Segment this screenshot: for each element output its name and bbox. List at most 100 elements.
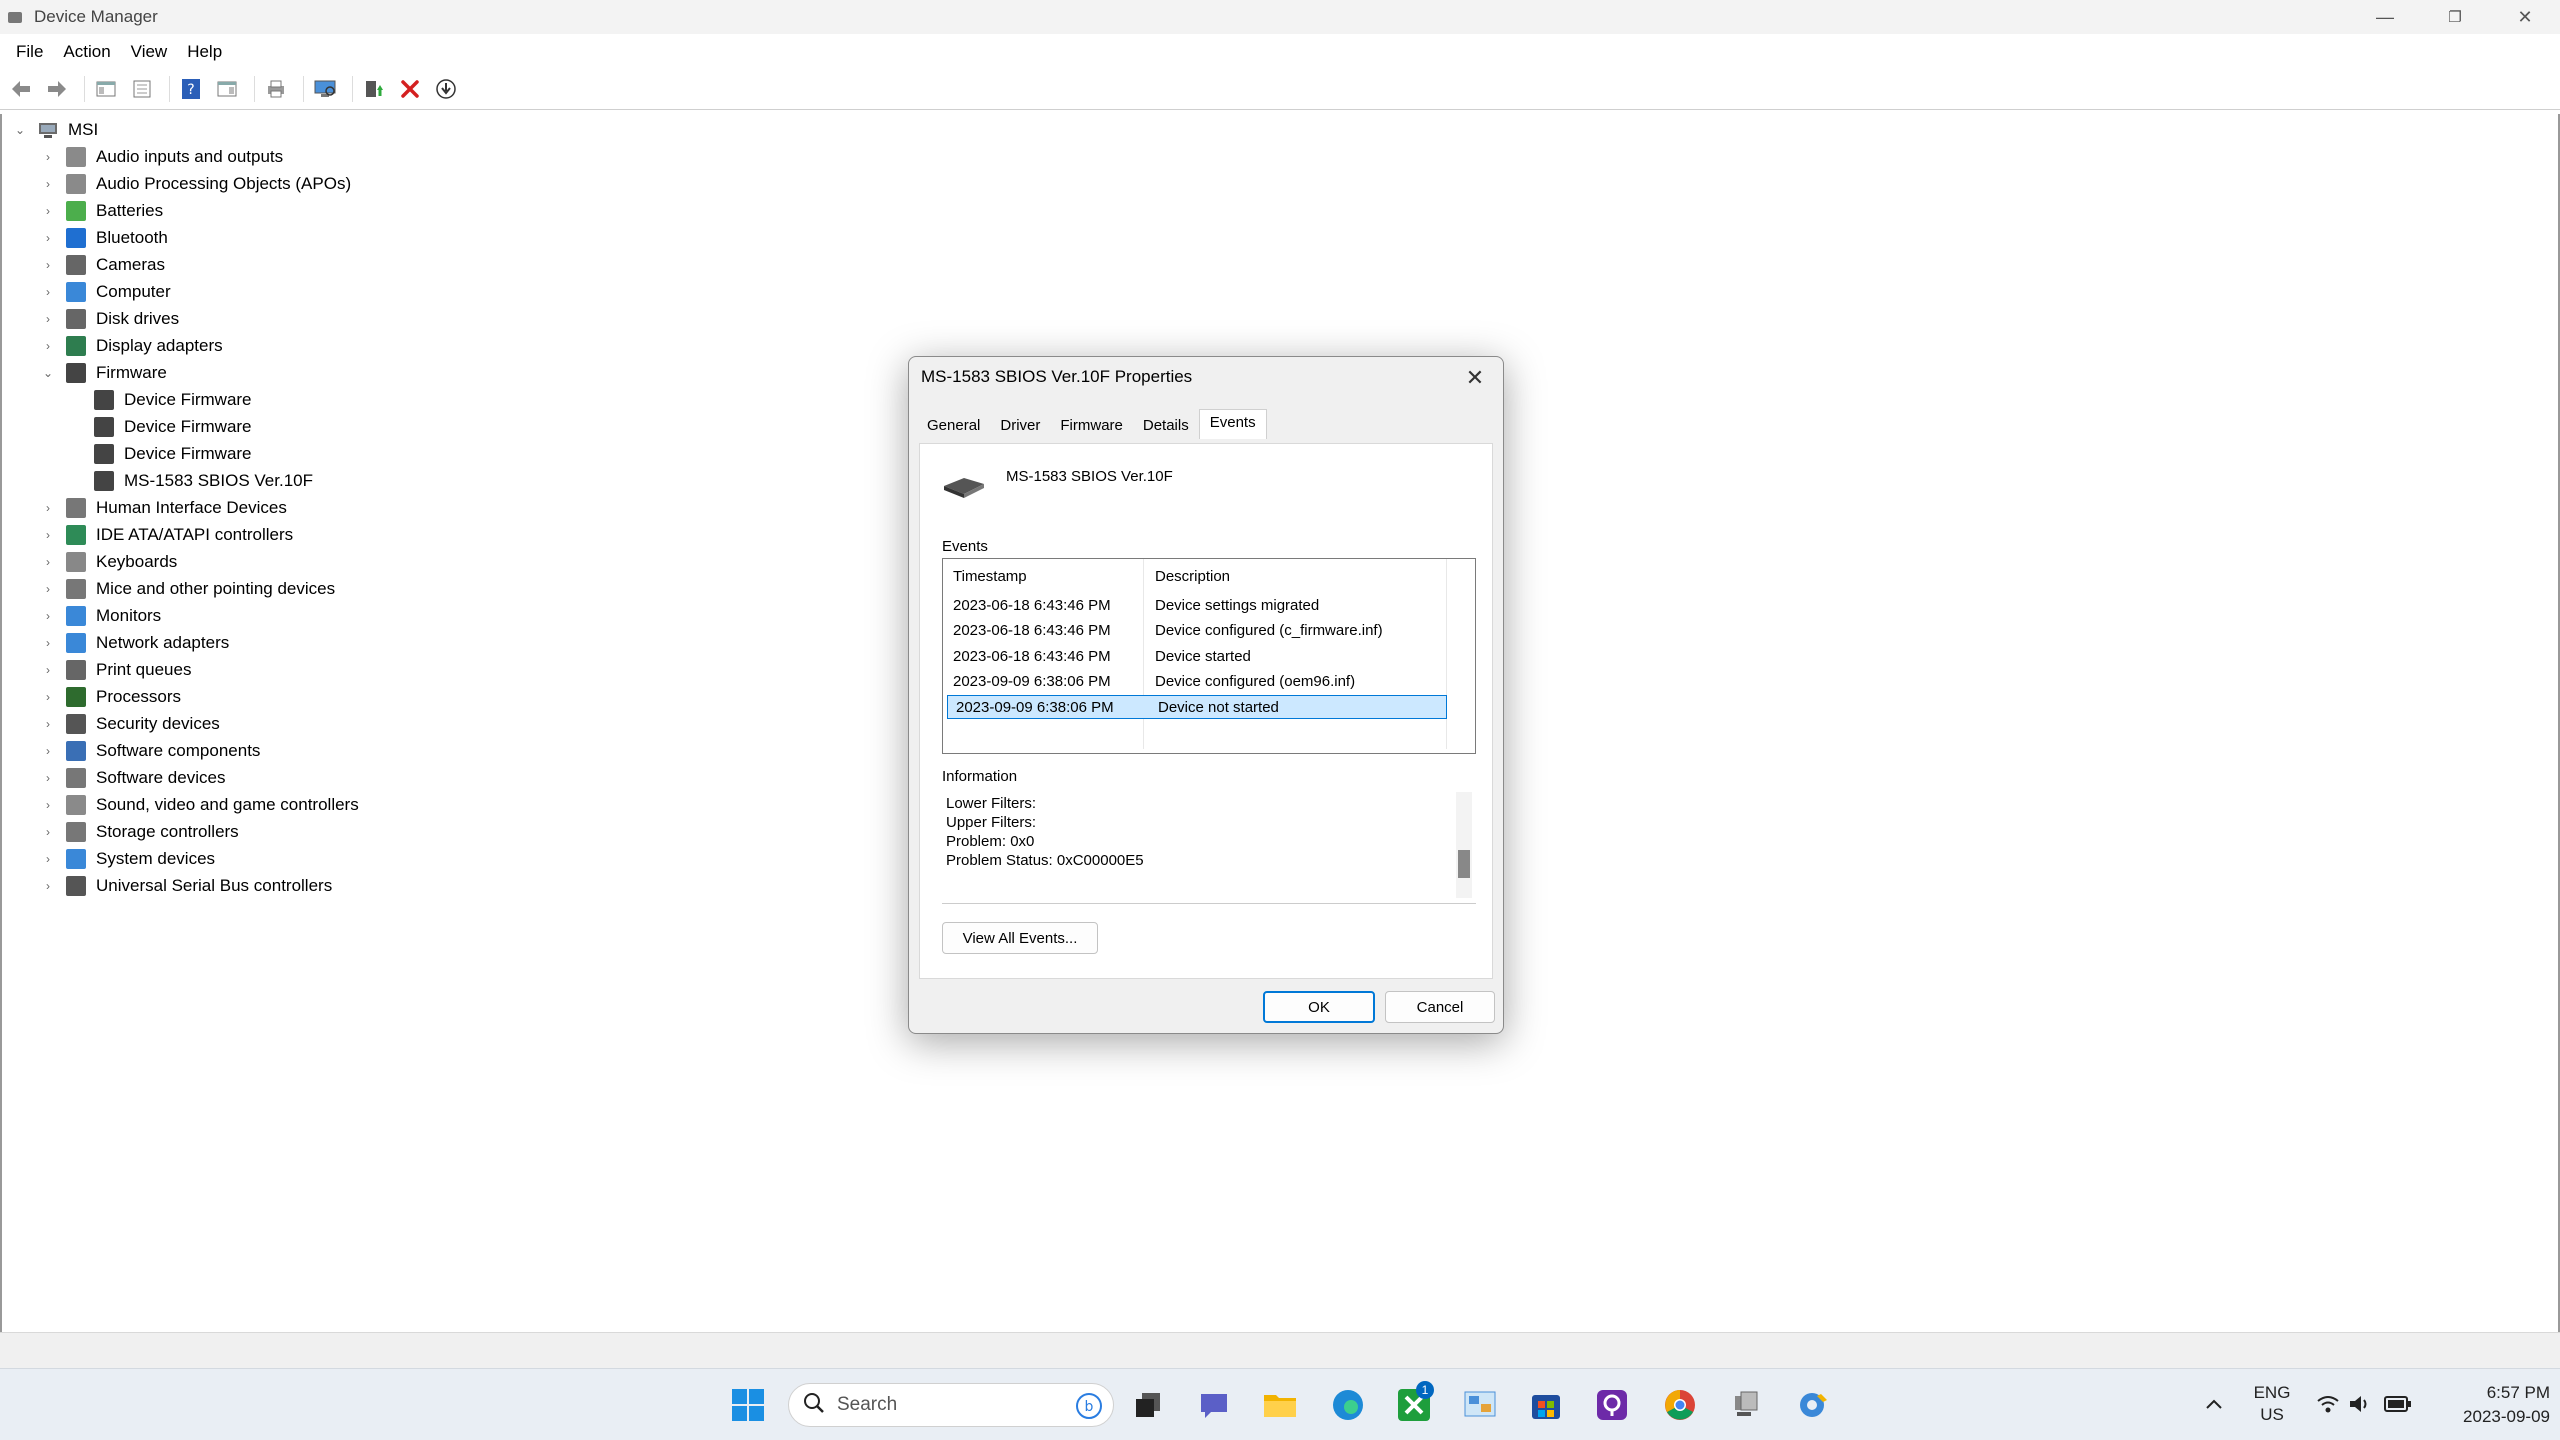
expand-chevron-icon[interactable]: ›	[40, 177, 56, 191]
tree-item-audio-processing-objects-apos[interactable]: › Audio Processing Objects (APOs)	[40, 170, 351, 197]
store-icon[interactable]	[1526, 1385, 1566, 1425]
expand-chevron-icon[interactable]: ›	[40, 825, 56, 839]
tree-item-firmware[interactable]: ⌄ Firmware	[40, 359, 167, 386]
tree-item-keyboards[interactable]: › Keyboards	[40, 548, 177, 575]
event-row[interactable]: 2023-06-18 6:43:46 PM Device settings mi…	[945, 593, 1447, 617]
tree-item-universal-serial-bus-controllers[interactable]: › Universal Serial Bus controllers	[40, 872, 332, 899]
menu-help[interactable]: Help	[177, 40, 232, 64]
disable-device-icon[interactable]	[431, 74, 461, 104]
tree-item-batteries[interactable]: › Batteries	[40, 197, 163, 224]
dialog-close-button[interactable]: ✕	[1457, 361, 1493, 395]
tree-item-software-devices[interactable]: › Software devices	[40, 764, 225, 791]
clock-date[interactable]: 2023-09-09	[2426, 1407, 2550, 1427]
app-icon[interactable]	[1592, 1385, 1632, 1425]
column-header-timestamp[interactable]: Timestamp	[953, 568, 1027, 585]
expand-chevron-icon[interactable]: ›	[40, 744, 56, 758]
tree-item-cameras[interactable]: › Cameras	[40, 251, 165, 278]
expand-chevron-icon[interactable]: ›	[40, 258, 56, 272]
tree-item-mice-and-other-pointing-devices[interactable]: › Mice and other pointing devices	[40, 575, 335, 602]
tree-item-computer[interactable]: › Computer	[40, 278, 171, 305]
expand-chevron-icon[interactable]: ›	[40, 663, 56, 677]
task-view-icon[interactable]	[1128, 1385, 1168, 1425]
restore-button[interactable]: ❐	[2420, 0, 2490, 34]
tree-item-network-adapters[interactable]: › Network adapters	[40, 629, 229, 656]
wifi-icon[interactable]	[2316, 1393, 2340, 1420]
battery-icon[interactable]	[2384, 1395, 2412, 1418]
menu-file[interactable]: File	[6, 40, 53, 64]
expand-chevron-icon[interactable]: ›	[40, 312, 56, 326]
expand-chevron-icon[interactable]: ›	[40, 339, 56, 353]
tree-item-monitors[interactable]: › Monitors	[40, 602, 161, 629]
expand-chevron-icon[interactable]: ›	[40, 150, 56, 164]
edge-icon[interactable]	[1328, 1385, 1368, 1425]
volume-icon[interactable]	[2348, 1393, 2372, 1420]
chrome-icon[interactable]	[1660, 1385, 1700, 1425]
teams-chat-icon[interactable]	[1194, 1385, 1234, 1425]
tree-item-human-interface-devices[interactable]: › Human Interface Devices	[40, 494, 287, 521]
uninstall-icon[interactable]	[395, 74, 425, 104]
tab-general[interactable]: General	[917, 413, 990, 439]
tree-item-software-components[interactable]: › Software components	[40, 737, 260, 764]
event-row[interactable]: 2023-09-09 6:38:06 PM Device configured …	[945, 669, 1447, 693]
tree-item-security-devices[interactable]: › Security devices	[40, 710, 220, 737]
update-driver-icon[interactable]	[359, 74, 389, 104]
action-pane-icon[interactable]	[212, 74, 242, 104]
tree-item-system-devices[interactable]: › System devices	[40, 845, 215, 872]
tree-item-display-adapters[interactable]: › Display adapters	[40, 332, 223, 359]
forward-icon[interactable]	[42, 74, 72, 104]
event-row-selected[interactable]: 2023-09-09 6:38:06 PM Device not started	[947, 695, 1447, 719]
tree-item-print-queues[interactable]: › Print queues	[40, 656, 191, 683]
information-box[interactable]: Lower Filters: Upper Filters: Problem: 0…	[942, 790, 1476, 904]
cancel-button[interactable]: Cancel	[1385, 991, 1495, 1023]
chevron-up-icon[interactable]	[2204, 1395, 2224, 1420]
region-indicator[interactable]: US	[2250, 1405, 2294, 1425]
tree-item-processors[interactable]: › Processors	[40, 683, 181, 710]
scan-hardware-icon[interactable]	[310, 74, 340, 104]
collapse-chevron-icon[interactable]: ⌄	[12, 123, 28, 137]
expand-chevron-icon[interactable]: ›	[40, 879, 56, 893]
tree-item-firmware-child[interactable]: Device Firmware	[68, 413, 252, 440]
tab-driver[interactable]: Driver	[990, 413, 1050, 439]
expand-chevron-icon[interactable]: ›	[40, 204, 56, 218]
tree-item-ide-ata-atapi-controllers[interactable]: › IDE ATA/ATAPI controllers	[40, 521, 293, 548]
ok-button[interactable]: OK	[1263, 991, 1375, 1023]
xbox-icon[interactable]: 1	[1394, 1381, 1434, 1425]
minimize-button[interactable]: —	[2350, 0, 2420, 34]
collapse-chevron-icon[interactable]: ⌄	[40, 366, 56, 380]
expand-chevron-icon[interactable]: ›	[40, 231, 56, 245]
tree-item-storage-controllers[interactable]: › Storage controllers	[40, 818, 239, 845]
expand-chevron-icon[interactable]: ›	[40, 771, 56, 785]
expand-chevron-icon[interactable]: ›	[40, 852, 56, 866]
column-header-description[interactable]: Description	[1155, 568, 1230, 585]
taskbar-search-box[interactable]: Search b	[788, 1383, 1114, 1427]
events-list[interactable]: Timestamp Description 2023-06-18 6:43:46…	[942, 558, 1476, 754]
clock-time[interactable]: 6:57 PM	[2426, 1383, 2550, 1403]
view-all-events-button[interactable]: View All Events...	[942, 922, 1098, 954]
tree-item-audio-inputs-and-outputs[interactable]: › Audio inputs and outputs	[40, 143, 283, 170]
expand-chevron-icon[interactable]: ›	[40, 528, 56, 542]
show-hide-console-tree-icon[interactable]	[91, 74, 121, 104]
file-explorer-icon[interactable]	[1260, 1385, 1300, 1425]
tree-item-disk-drives[interactable]: › Disk drives	[40, 305, 179, 332]
expand-chevron-icon[interactable]: ›	[40, 690, 56, 704]
tree-item-firmware-child[interactable]: Device Firmware	[68, 440, 252, 467]
properties-icon[interactable]	[127, 74, 157, 104]
tree-item-firmware-child[interactable]: Device Firmware	[68, 386, 252, 413]
print-icon[interactable]	[261, 74, 291, 104]
expand-chevron-icon[interactable]: ›	[40, 555, 56, 569]
event-row[interactable]: 2023-06-18 6:43:46 PM Device configured …	[945, 618, 1447, 642]
scrollbar-thumb[interactable]	[1458, 850, 1470, 878]
device-manager-taskbar-icon[interactable]	[1726, 1385, 1766, 1425]
bing-icon[interactable]: b	[1075, 1392, 1103, 1425]
expand-chevron-icon[interactable]: ›	[40, 717, 56, 731]
tree-root[interactable]: ⌄ MSI	[12, 116, 98, 143]
expand-chevron-icon[interactable]: ›	[40, 636, 56, 650]
help-icon[interactable]: ?	[176, 74, 206, 104]
tab-events[interactable]: Events	[1198, 409, 1267, 439]
tab-firmware[interactable]: Firmware	[1050, 413, 1133, 439]
tree-item-bluetooth[interactable]: › Bluetooth	[40, 224, 168, 251]
expand-chevron-icon[interactable]: ›	[40, 609, 56, 623]
expand-chevron-icon[interactable]: ›	[40, 798, 56, 812]
tree-item-firmware-child[interactable]: MS-1583 SBIOS Ver.10F	[68, 467, 313, 494]
information-scrollbar[interactable]	[1456, 792, 1472, 898]
